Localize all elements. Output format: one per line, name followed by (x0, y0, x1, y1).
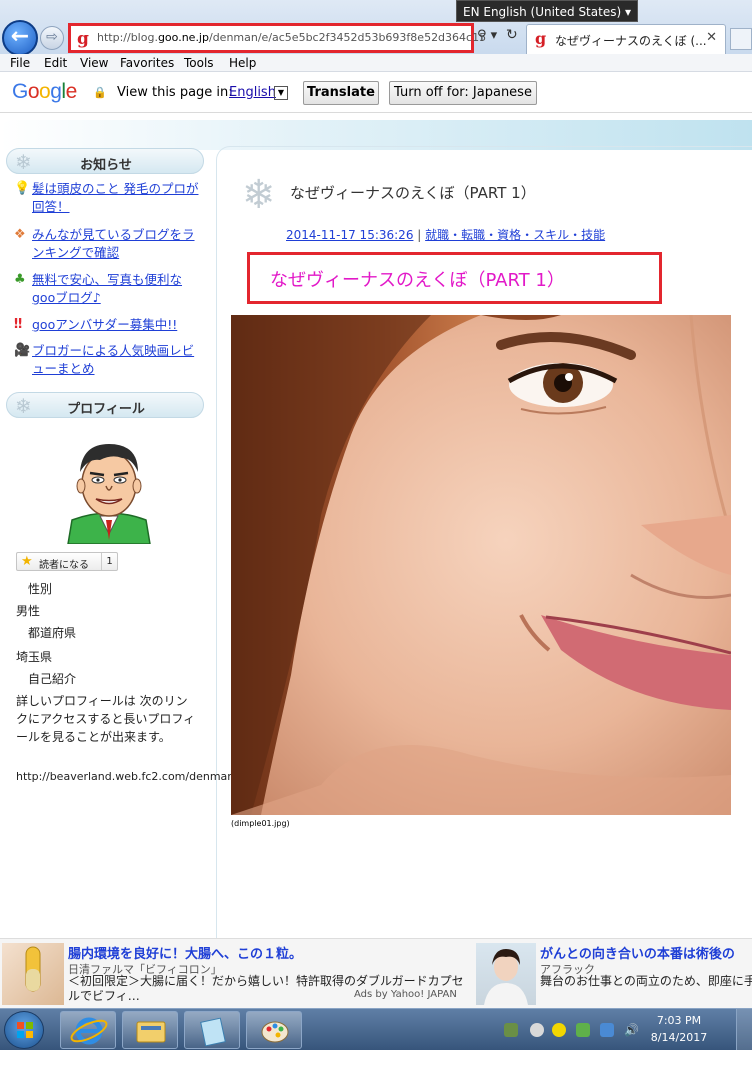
ie-taskbar-button[interactable] (60, 1011, 116, 1049)
clock-time[interactable]: 7:03 PM (648, 1014, 710, 1027)
profile-title: プロフィール (67, 402, 145, 417)
avatar (67, 444, 151, 544)
intro-label: 自己紹介 (28, 672, 77, 686)
language-label: EN English (United States) (463, 5, 622, 19)
translate-bar: Google 🔒 View this page in: English ▼ Tr… (0, 73, 752, 113)
notice-item[interactable]: ‼ gooアンバサダー募集中!! (14, 316, 204, 334)
menu-file[interactable]: File (10, 56, 30, 70)
update-tray-icon[interactable] (576, 1023, 590, 1037)
ime-tray-icon[interactable] (600, 1023, 614, 1037)
address-bar[interactable]: g http://blog.goo.ne.jp/denman/e/ac5e5bc… (68, 23, 486, 53)
post-title[interactable]: なぜヴィーナスのえくぼ（PART 1） (290, 182, 536, 203)
film-camera-icon: 🎥 (14, 343, 31, 358)
post-headline: なぜヴィーナスのえくぼ（PART 1） (270, 270, 565, 291)
close-icon[interactable]: ✕ (706, 30, 717, 45)
language-link[interactable]: English (229, 85, 276, 100)
post-meta: 2014-11-17 15:36:26 | 就職・転職・資格・スキル・技能 (286, 228, 606, 242)
url-text[interactable]: http://blog.goo.ne.jp/denman/e/ac5e5bc2f… (97, 31, 486, 44)
status-tray-icon[interactable] (552, 1023, 566, 1037)
show-desktop-button[interactable] (736, 1009, 752, 1051)
notepad-icon (200, 1017, 226, 1047)
ad-title-link[interactable]: がんとの向き合いの本番は術後の (540, 943, 735, 962)
menu-help[interactable]: Help (229, 56, 256, 70)
refresh-icon[interactable]: ↻ (506, 27, 518, 43)
paint-palette-icon (261, 1021, 289, 1043)
gender-label: 性別 (28, 582, 53, 596)
chevron-down-icon[interactable]: ▾ (625, 1, 631, 23)
diamond-icon: ❖ (14, 227, 26, 242)
browser-tab[interactable]: g なぜヴィーナスのえくぼ (... ✕ (526, 24, 726, 54)
windows-logo-icon (17, 1022, 33, 1038)
become-reader-button[interactable]: ★ 読者になる 1 (16, 552, 118, 571)
goo-favicon-icon: g (535, 29, 547, 48)
exclamation-icon: ‼ (14, 317, 23, 332)
notepad-taskbar-button[interactable] (184, 1011, 240, 1049)
notice-item[interactable]: 🎥 ブロガーによる人気映画レビューまとめ (14, 342, 204, 378)
new-tab-button[interactable] (730, 28, 752, 50)
network-tray-icon[interactable] (504, 1023, 518, 1037)
notice-item[interactable]: 💡 髪は頭皮のこと 発毛のプロが回答！ (14, 180, 204, 216)
goo-favicon-icon: g (77, 29, 89, 49)
post-category-link[interactable]: 就職・転職・資格・スキル・技能 (425, 228, 605, 242)
chevron-down-icon[interactable]: ▼ (274, 86, 288, 100)
star-icon: ★ (21, 554, 33, 569)
view-in-label: View this page in: (117, 85, 233, 100)
menu-edit[interactable]: Edit (44, 56, 67, 70)
post-date-link[interactable]: 2014-11-17 15:36:26 (286, 228, 413, 242)
start-button[interactable] (4, 1011, 44, 1049)
blog-page: ❄ お知らせ 💡 髪は頭皮のこと 発毛のプロが回答！ ❖ みんなが見ているブログをラ… (0, 114, 752, 938)
paint-taskbar-button[interactable] (246, 1011, 302, 1049)
language-bar[interactable]: EN English (United States) ▾ (456, 0, 638, 22)
lock-icon: 🔒 (93, 86, 107, 99)
tab-title: なぜヴィーナスのえくぼ (... (555, 34, 707, 48)
lightbulb-icon: 💡 (14, 181, 31, 196)
reader-count: 1 (101, 553, 117, 570)
sprout-icon: ♣ (14, 272, 26, 287)
forward-button[interactable]: ⇨ (40, 26, 64, 50)
headline-box: なぜヴィーナスのえくぼ（PART 1） (247, 252, 662, 304)
reader-label: 読者になる (39, 560, 89, 571)
snowflake-icon: ❄ (242, 172, 276, 218)
ad-image[interactable] (2, 943, 64, 1005)
ad-strip: 腸内環境を良好に！大腸へ、この１粒。 日清ファルマ「ビフィコロン」 ＜初回限定＞… (0, 938, 752, 1008)
ad-image[interactable] (476, 943, 536, 1005)
profile-bio: 詳しいプロフィールは 次のリンクにアクセスすると長いプロフィールを見ることが出来… (16, 694, 196, 744)
volume-icon[interactable]: 🔊 (624, 1023, 639, 1037)
photo-caption: (dimple01.jpg) (231, 819, 290, 828)
windows-taskbar: 🔊 7:03 PM 8/14/2017 (0, 1008, 752, 1051)
translate-button[interactable]: Translate (303, 81, 379, 105)
menu-tools[interactable]: Tools (184, 56, 214, 70)
notice-title: お知らせ (80, 158, 132, 173)
profile-url: http://beaverland.web.fc2.com/denman/ (16, 770, 238, 783)
explorer-taskbar-button[interactable] (122, 1011, 178, 1049)
google-logo: Google (12, 80, 77, 103)
notice-item[interactable]: ❖ みんなが見ているブログをランキングで確認 (14, 226, 204, 262)
search-icon[interactable]: ⚲ ▾ (477, 28, 497, 43)
turn-off-button[interactable]: Turn off for: Japanese (389, 81, 537, 105)
bottom-margin (0, 1050, 752, 1070)
menu-bar: File Edit View Favorites Tools Help (0, 54, 752, 72)
ad-body[interactable]: 舞台のお仕事との両立のため、即座に手し、術後はが… (540, 974, 752, 989)
notice-item[interactable]: ♣ 無料で安心、写真も便利なgooブログ♪ (14, 271, 204, 307)
menu-view[interactable]: View (80, 56, 108, 70)
prefecture-label: 都道府県 (28, 626, 77, 640)
internet-explorer-icon (70, 1017, 108, 1045)
post-photo (231, 315, 731, 815)
back-button[interactable]: ← (2, 20, 38, 56)
ads-by-label[interactable]: Ads by Yahoo! JAPAN (354, 989, 457, 1000)
messenger-tray-icon[interactable] (530, 1023, 544, 1037)
clock-date[interactable]: 8/14/2017 (648, 1031, 710, 1044)
prefecture-value: 埼玉県 (16, 650, 53, 664)
menu-favorites[interactable]: Favorites (120, 56, 174, 70)
gender-value: 男性 (16, 604, 41, 618)
ad-title-link[interactable]: 腸内環境を良好に！大腸へ、この１粒。 (68, 943, 302, 962)
notice-header: ❄ お知らせ (6, 148, 204, 174)
folder-icon (136, 1021, 166, 1043)
profile-header: ❄ プロフィール (6, 392, 204, 418)
